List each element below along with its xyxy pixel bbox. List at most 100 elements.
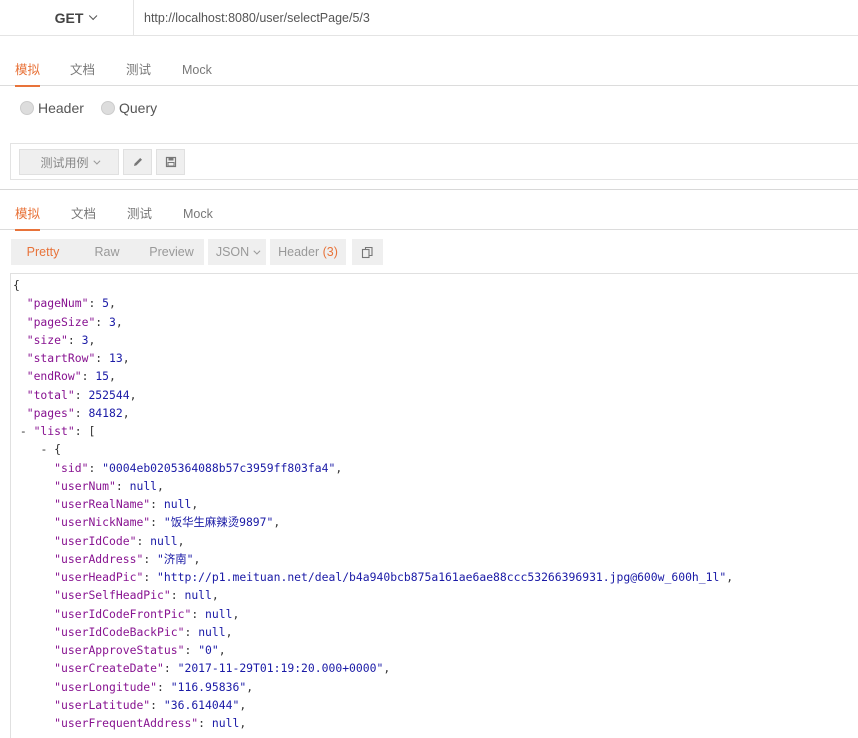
format-dropdown[interactable]: JSON	[208, 239, 266, 265]
json-line: "sid": "0004eb0205364088b57c3959ff803fa4…	[54, 459, 342, 477]
json-line: - "list": [	[20, 422, 95, 440]
json-line: "userIdCode": null,	[54, 532, 184, 550]
json-key: "endRow"	[26, 369, 82, 384]
json-key: "userLongitude"	[54, 679, 158, 694]
json-key: "list"	[33, 424, 75, 438]
json-colon: :	[67, 332, 82, 347]
json-punct: ,	[109, 369, 116, 384]
response-body: {"pageNum": 5, "pageSize": 3, "size": 3, "s…	[10, 273, 858, 738]
json-line: "userNum": null,	[54, 477, 164, 495]
json-punct: ,	[239, 697, 247, 712]
radio-circle-icon	[20, 101, 34, 115]
pencil-icon	[133, 158, 142, 166]
json-line: "pages": 84182,	[27, 404, 130, 422]
json-punct: ,	[122, 405, 130, 420]
json-punct: {	[54, 442, 62, 457]
json-key: "userCreateDate"	[54, 661, 164, 676]
json-punct: ,	[157, 478, 164, 493]
json-colon: :	[95, 314, 110, 329]
tab-test[interactable]: 测试	[126, 54, 151, 86]
radio-query[interactable]: Query	[101, 98, 157, 118]
chevron-down-icon	[92, 157, 100, 165]
json-key: "userNum"	[54, 478, 116, 493]
url-input[interactable]: http://localhost:8080/user/selectPage/5/…	[144, 0, 370, 36]
json-punct: ,	[383, 661, 391, 676]
header-count: (3)	[322, 245, 338, 259]
collapse-toggle[interactable]: -	[40, 442, 54, 456]
json-punct: ,	[239, 716, 247, 730]
json-line: "userHeadPic": "http://p1.meituan.net/de…	[54, 568, 733, 586]
json-colon: :	[74, 405, 89, 420]
json-line: "userFrequentAddress": null,	[54, 714, 246, 732]
json-value: null	[163, 497, 192, 511]
json-key: "pageNum"	[26, 296, 89, 311]
json-colon: :	[115, 478, 130, 493]
preview-button[interactable]: Preview	[139, 239, 204, 265]
header-button[interactable]: Header (3)	[270, 239, 346, 265]
json-value: null	[150, 533, 178, 548]
json-value: "116.95836"	[170, 679, 247, 694]
json-punct: ,	[335, 460, 343, 475]
json-key: "userRealName"	[54, 497, 151, 511]
json-line: {	[13, 276, 20, 294]
json-punct: ,	[726, 570, 734, 584]
json-value: null	[211, 716, 240, 730]
json-value: "0004eb0205364088b57c3959ff803fa4"	[102, 460, 336, 475]
json-line: "userRealName": null,	[54, 495, 198, 513]
copy-button[interactable]	[352, 239, 383, 265]
json-colon: :	[74, 387, 89, 402]
json-value: "0"	[198, 643, 219, 657]
json-colon: :	[88, 296, 103, 311]
collapse-toggle[interactable]: -	[20, 424, 34, 438]
header-label: Header	[278, 245, 320, 259]
json-key: "userIdCodeBackPic"	[54, 624, 185, 639]
json-value: null	[205, 606, 233, 621]
json-line: "userApproveStatus": "0",	[54, 641, 225, 659]
divider	[0, 189, 858, 190]
copy-icon	[361, 246, 373, 258]
tab-mock[interactable]: Mock	[182, 54, 212, 86]
json-punct: ,	[273, 515, 281, 530]
tab-simulate[interactable]: 模拟	[15, 198, 41, 231]
tab-docs[interactable]: 文档	[71, 198, 96, 230]
edit-button[interactable]	[123, 149, 152, 175]
json-colon: :	[143, 570, 158, 584]
json-line: "userNickName": "饭华生麻辣烫9897",	[54, 513, 280, 531]
json-line: "userLongitude": "116.95836",	[54, 678, 253, 696]
json-key: "userFrequentAddress"	[54, 716, 199, 730]
json-value: 252544	[88, 387, 130, 402]
save-button[interactable]	[156, 149, 185, 175]
json-value: "济南"	[157, 551, 194, 566]
json-line: "userSelfHeadPic": null,	[54, 586, 219, 604]
method-dropdown[interactable]: GET	[16, 0, 134, 36]
save-icon	[165, 156, 176, 168]
pretty-button[interactable]: Pretty	[11, 239, 75, 265]
json-value: 3	[109, 314, 116, 329]
tab-mock[interactable]: Mock	[183, 198, 213, 230]
json-colon: :	[191, 606, 206, 621]
radio-header[interactable]: Header	[20, 98, 84, 118]
json-colon: :	[184, 624, 199, 639]
tab-docs[interactable]: 文档	[70, 54, 95, 86]
tab-test[interactable]: 测试	[127, 198, 152, 230]
json-line: "startRow": 13,	[27, 349, 130, 367]
raw-button[interactable]: Raw	[75, 239, 139, 265]
json-value: null	[184, 588, 212, 603]
method-label: GET	[54, 10, 84, 26]
json-colon: :	[81, 369, 96, 384]
json-value: null	[129, 478, 158, 493]
json-key: "userAddress"	[54, 551, 144, 566]
json-colon: :	[184, 643, 199, 657]
tab-simulate[interactable]: 模拟	[15, 54, 41, 87]
json-value: 5	[102, 296, 110, 311]
json-colon: :	[150, 497, 164, 511]
json-colon: :	[136, 533, 151, 548]
json-line: "pageSize": 3,	[27, 313, 123, 331]
json-punct: ,	[109, 296, 116, 311]
json-punct: ,	[115, 314, 123, 329]
json-colon: :	[95, 351, 110, 365]
json-line: "size": 3,	[27, 331, 96, 349]
json-key: "userLatitude"	[54, 697, 151, 712]
json-colon: :	[74, 424, 89, 438]
test-case-dropdown[interactable]: 测试用例	[19, 149, 119, 175]
